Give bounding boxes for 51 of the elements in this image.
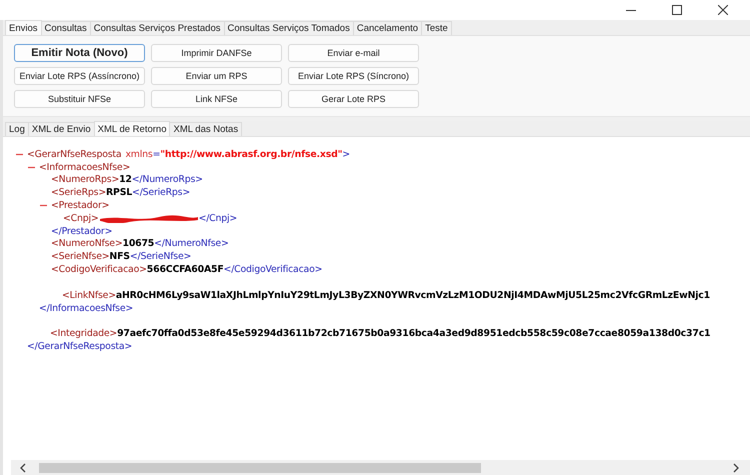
- action-button[interactable]: Link NFSe: [151, 90, 282, 108]
- xml-tag: </InformacoesNfse>: [39, 302, 134, 314]
- xml-tag: <Cnpj>: [63, 212, 99, 224]
- xml-tag: </CodigoVerificacao>: [224, 264, 322, 276]
- action-button[interactable]: Gerar Lote RPS: [288, 90, 419, 108]
- xml-tag: <Prestador>: [51, 200, 110, 212]
- xml-tag: <InformacoesNfse>: [39, 162, 130, 173]
- tab[interactable]: Log: [5, 122, 29, 136]
- tab[interactable]: XML de Retorno: [94, 121, 170, 136]
- maximize-icon[interactable]: [672, 5, 682, 15]
- xml-tag: <NumeroRps>: [51, 174, 120, 186]
- xml-tag: </SerieRps>: [132, 187, 190, 198]
- xml-equals: =: [152, 148, 160, 160]
- xml-value: 566CCFA60A5F: [146, 264, 224, 276]
- xml-tag: <LinkNfse>: [62, 290, 116, 301]
- xml-tag: <SerieRps>: [51, 187, 106, 198]
- xml-value: 12: [119, 174, 132, 186]
- xml-tag-end: >: [342, 148, 350, 160]
- xml-value: RPSL: [106, 187, 132, 198]
- xml-tag: <GerarNfseResposta: [27, 148, 122, 160]
- xml-value: 97aefc70ffa0d53e8fe45e59294d3611b72cb71675b0a9316bca4a3ed9d8951edcb558c59c08e7ccae8059a138d0c37c1: [117, 328, 710, 340]
- xml-tag: </Prestador>: [51, 226, 112, 237]
- xml-value: 10675: [122, 238, 154, 250]
- xml-tag: <CodigoVerificacao>: [51, 264, 147, 276]
- tab[interactable]: Teste: [421, 21, 452, 35]
- action-button[interactable]: Enviar e-mail: [288, 44, 419, 62]
- action-button[interactable]: Enviar um RPS: [151, 67, 282, 85]
- xml-tag: </SerieNfse>: [130, 251, 192, 262]
- xml-tag: </NumeroRps>: [132, 174, 203, 186]
- xml-tag: <Integridade>: [50, 328, 118, 340]
- action-button[interactable]: Imprimir DANFSe: [151, 44, 282, 62]
- tab[interactable]: Consultas Serviços Tomados: [224, 21, 354, 35]
- horizontal-scrollbar[interactable]: [11, 460, 750, 475]
- action-button[interactable]: Enviar Lote RPS (Assíncrono): [14, 67, 145, 85]
- action-button[interactable]: Enviar Lote RPS (Síncrono): [288, 67, 419, 85]
- tab[interactable]: XML das Notas: [169, 122, 242, 136]
- xml-tag: <NumeroNfse>: [51, 238, 123, 250]
- xml-tag: </Cnpj>: [198, 212, 238, 224]
- xml-tag: <SerieNfse>: [51, 251, 110, 262]
- tab[interactable]: Consultas Serviços Prestados: [90, 21, 224, 35]
- xml-tag: </GerarNfseResposta>: [27, 341, 132, 352]
- xml-tag: </NumeroNfse>: [154, 238, 229, 250]
- xml-attribute-name: xmlns: [125, 148, 153, 160]
- tab[interactable]: Envios: [5, 20, 42, 35]
- scrollbar-thumb[interactable]: [39, 462, 481, 472]
- xml-value: aHR0cHM6Ly9saW1laXJhLmlpYnIuY29tLmJyL3ByZXN0YWRvcmVzLzM1ODU2NjI4MDAwMjU5L25mc2VfcGRmLzEwNjc1: [116, 290, 710, 301]
- close-icon[interactable]: [718, 5, 728, 15]
- xml-value: NFS: [109, 251, 130, 262]
- action-button[interactable]: Substituir NFSe: [14, 90, 145, 108]
- action-button[interactable]: Emitir Nota (Novo): [14, 44, 145, 62]
- xml-attribute-value: "http://www.abrasf.org.br/nfse.xsd": [160, 148, 342, 160]
